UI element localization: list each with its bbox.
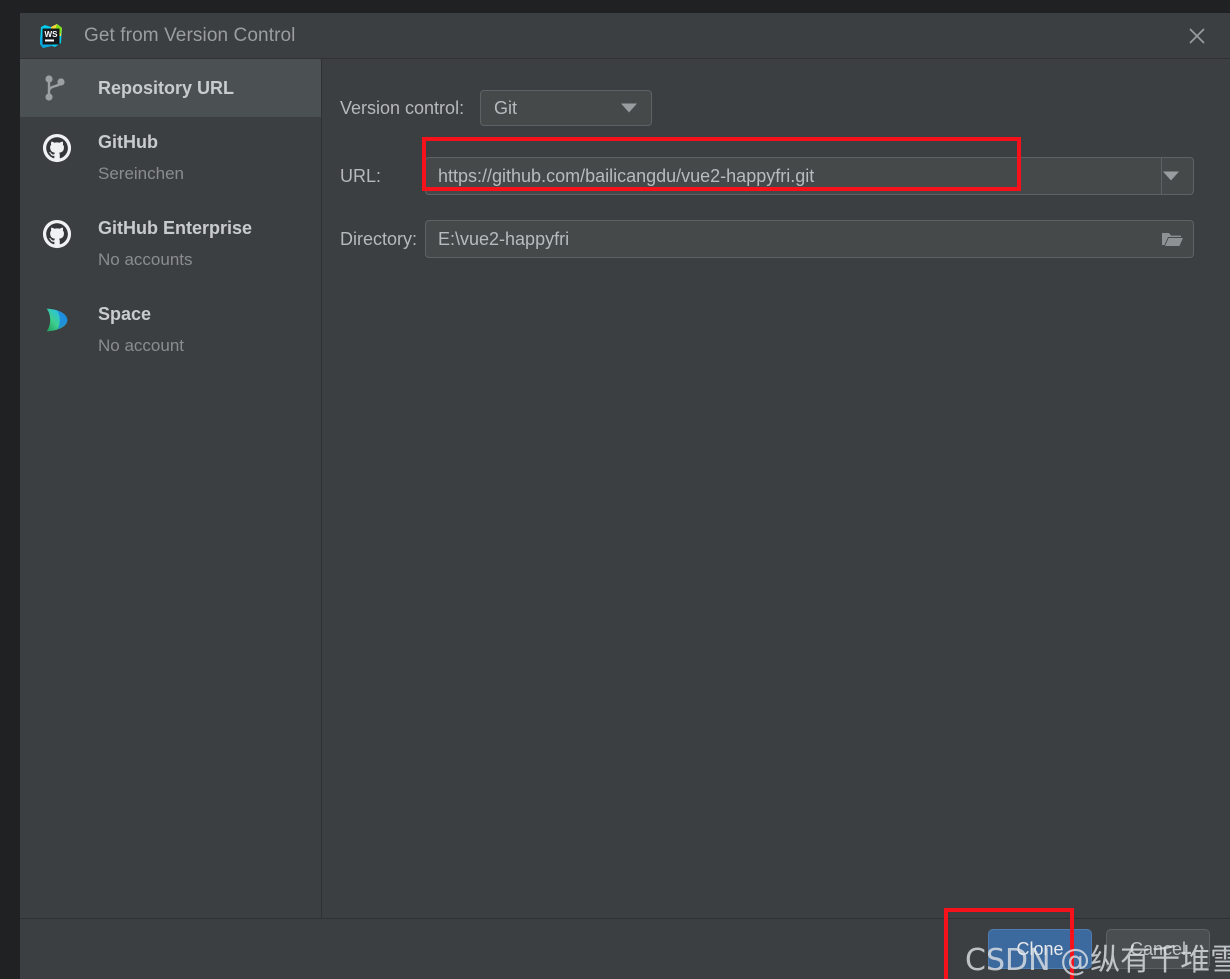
url-combo: https://github.com/bailicangdu/vue2-happ… — [425, 157, 1194, 195]
sidebar-item-repository-url[interactable]: Repository URL — [20, 59, 321, 117]
cancel-button[interactable]: Cancel — [1106, 929, 1210, 969]
webstorm-icon: WS — [38, 23, 64, 49]
url-dropdown-button[interactable] — [1161, 157, 1194, 195]
sidebar-item-sublabel: Sereinchen — [98, 164, 185, 183]
sidebar-item-texts: GitHub Sereinchen — [98, 131, 184, 185]
directory-label: Directory: — [340, 228, 418, 249]
screen: WS Get from Version Control Repository U… — [0, 0, 1230, 979]
version-control-label: Version control: — [340, 97, 465, 118]
folder-icon[interactable] — [1159, 227, 1185, 251]
version-control-value: Git — [494, 97, 518, 118]
sidebar-item-sublabel: No account — [98, 336, 184, 355]
chevron-down-icon — [1163, 171, 1179, 181]
clone-button[interactable]: Clone — [988, 929, 1092, 969]
chevron-down-icon — [621, 103, 637, 113]
sidebar-item-texts: Repository URL — [98, 77, 234, 99]
jetbrains-space-icon — [42, 303, 76, 337]
sidebar-item-label: Space — [98, 304, 152, 324]
github-icon — [42, 217, 76, 251]
sidebar-item-texts: Space No account — [98, 303, 184, 357]
url-label: URL: — [340, 165, 382, 186]
close-icon[interactable] — [1180, 19, 1214, 53]
git-branch-icon — [42, 71, 76, 105]
directory-row: Directory: E:\vue2-happyfri — [340, 216, 1230, 262]
content-panel: Version control: Git URL: https://github… — [322, 59, 1230, 918]
sidebar-item-texts: GitHub Enterprise No accounts — [98, 217, 252, 271]
version-control-select[interactable]: Git — [480, 90, 652, 126]
dialog-footer: Clone Cancel — [20, 918, 1230, 979]
sidebar-item-space[interactable]: Space No account — [20, 289, 321, 375]
url-input[interactable]: https://github.com/bailicangdu/vue2-happ… — [425, 157, 1161, 195]
dialog-titlebar: WS Get from Version Control — [20, 13, 1230, 59]
sidebar-item-github-enterprise[interactable]: GitHub Enterprise No accounts — [20, 203, 321, 289]
svg-text:WS: WS — [45, 30, 59, 39]
get-from-version-control-dialog: WS Get from Version Control Repository U… — [20, 13, 1230, 979]
sidebar-item-label: Repository URL — [98, 78, 235, 98]
sidebar-item-sublabel: No accounts — [98, 250, 193, 269]
dialog-body: Repository URL GitHub Sereinchen GitHub … — [20, 59, 1230, 918]
sidebar-item-github[interactable]: GitHub Sereinchen — [20, 117, 321, 203]
sidebar: Repository URL GitHub Sereinchen GitHub … — [20, 59, 322, 918]
sidebar-item-label: GitHub Enterprise — [98, 218, 253, 238]
directory-input[interactable]: E:\vue2-happyfri — [425, 220, 1194, 258]
github-icon — [42, 131, 76, 165]
url-row: URL: https://github.com/bailicangdu/vue2… — [340, 153, 1230, 199]
dialog-title: Get from Version Control — [84, 24, 296, 46]
version-control-row: Version control: Git — [340, 85, 1230, 131]
sidebar-item-label: GitHub — [98, 132, 158, 152]
